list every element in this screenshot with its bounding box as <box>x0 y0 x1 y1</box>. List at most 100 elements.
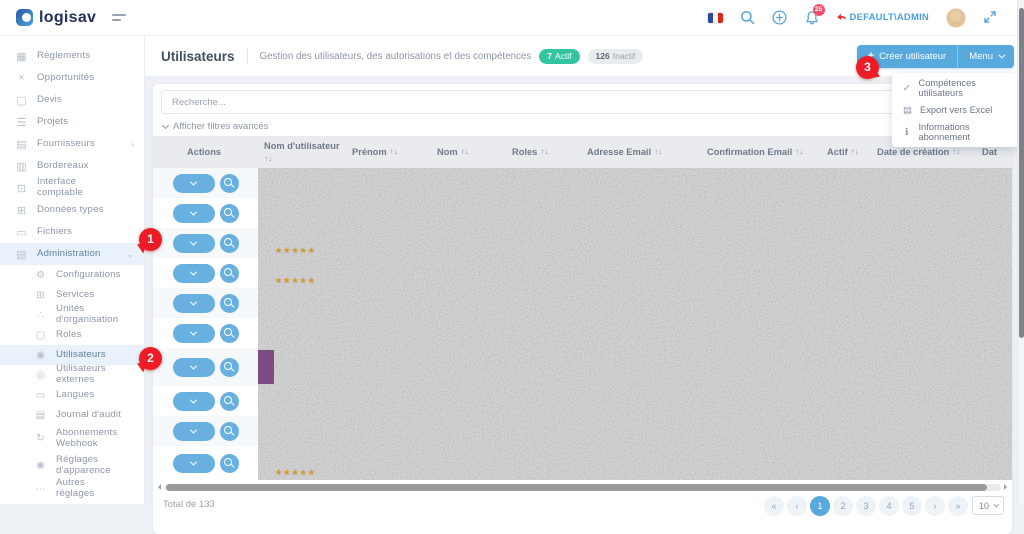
menu-item[interactable]: ℹ Informations abonnement <box>892 121 1019 143</box>
row-actions-dropdown-button[interactable] <box>173 264 215 283</box>
sidebar-item-abonnements-webhook[interactable]: ↻ Abonnements Webhook <box>0 425 144 452</box>
menu-item[interactable]: ✓ Compétences utilisateurs <box>892 77 1019 99</box>
window-vertical-scrollbar[interactable] <box>1017 0 1024 504</box>
sidebar-item-roles[interactable]: ▢ Roles <box>0 325 144 345</box>
column-header[interactable]: Actif ↑↓ <box>821 147 871 158</box>
sort-icon[interactable]: ↑↓ <box>851 147 859 156</box>
page-button[interactable]: › <box>925 496 945 516</box>
row-view-button[interactable] <box>220 422 239 441</box>
column-header[interactable]: Nom ↑↓ <box>431 147 506 158</box>
row-actions-dropdown-button[interactable] <box>173 204 215 223</box>
sidebar-item-unites-organisation[interactable]: ∴ Unités d'organisation <box>0 305 144 325</box>
chevron-down-icon <box>190 268 197 275</box>
french-flag-icon[interactable] <box>708 13 723 23</box>
sidebar-item-reglements[interactable]: ▦ Règlements <box>0 45 144 67</box>
sidebar-item-opportunites[interactable]: × Opportunités <box>0 67 144 89</box>
row-view-button[interactable] <box>220 392 239 411</box>
page-button[interactable]: « <box>764 496 784 516</box>
menu-item[interactable]: ▤ Export vers Excel <box>892 99 1019 121</box>
column-header[interactable]: Dat <box>976 147 1012 158</box>
scrollbar-thumb[interactable] <box>1019 8 1024 338</box>
search-icon[interactable] <box>740 10 755 25</box>
bell-icon[interactable]: 25 <box>804 10 819 25</box>
column-header[interactable]: Confirmation Email ↑↓ <box>701 147 821 158</box>
sidebar-item-icon: ↻ <box>34 433 47 444</box>
plus-circle-icon[interactable] <box>772 10 787 25</box>
column-header[interactable]: Actions <box>153 147 258 158</box>
advanced-filters-toggle[interactable]: Afficher filtres avancés <box>163 121 268 132</box>
sidebar-item-icon: ▢ <box>15 94 28 107</box>
column-header[interactable]: Prénom ↑↓ <box>346 147 431 158</box>
magnifier-icon <box>224 362 232 370</box>
column-header[interactable]: Adresse Email ↑↓ <box>581 147 701 158</box>
row-actions-dropdown-button[interactable] <box>173 392 215 411</box>
hamburger-icon[interactable] <box>112 14 126 21</box>
row-actions-dropdown-button[interactable] <box>173 454 215 473</box>
menu-button[interactable]: Menu <box>957 45 1014 68</box>
column-header[interactable]: Roles ↑↓ <box>506 147 581 158</box>
sort-icon[interactable]: ↑↓ <box>952 147 960 156</box>
scroll-right-arrow-icon[interactable] <box>1004 484 1010 490</box>
sort-icon[interactable]: ↑↓ <box>540 147 548 156</box>
column-header[interactable]: Date de création ↑↓ <box>871 147 976 158</box>
page-button[interactable]: 1 <box>810 496 830 516</box>
sidebar-item-autres-reglages[interactable]: ⋯ Autres réglages <box>0 479 144 499</box>
page-button[interactable]: 5 <box>902 496 922 516</box>
sidebar-item-reglages-apparence[interactable]: ◉ Réglages d'apparence <box>0 452 144 479</box>
row-view-button[interactable] <box>220 264 239 283</box>
logo[interactable]: logisav <box>0 9 96 27</box>
row-view-button[interactable] <box>220 324 239 343</box>
sidebar-item-services[interactable]: ⊞ Services <box>0 285 144 305</box>
column-header[interactable]: Nom d'utilisateur ↑↓ <box>258 141 346 164</box>
search-input[interactable] <box>161 90 1004 114</box>
page-button[interactable]: 3 <box>856 496 876 516</box>
page-button[interactable]: ‹ <box>787 496 807 516</box>
avatar[interactable] <box>946 8 966 28</box>
table-body: ★★★★★ ★★★★★ <box>153 168 1012 480</box>
row-view-button[interactable] <box>220 174 239 193</box>
sidebar-item-utilisateurs-externes[interactable]: ◎ Utilisateurs externes <box>0 365 144 385</box>
annotation-balloon-3: 3 <box>856 56 879 79</box>
row-view-button[interactable] <box>220 294 239 313</box>
scrollbar-thumb[interactable] <box>166 484 987 491</box>
sort-icon[interactable]: ↑↓ <box>795 147 803 156</box>
sort-icon[interactable]: ↑↓ <box>461 147 469 156</box>
sidebar-item-bordereaux[interactable]: ▥ Bordereaux <box>0 155 144 177</box>
sidebar-item-langues[interactable]: ▭ Langues <box>0 385 144 405</box>
row-view-button[interactable] <box>220 234 239 253</box>
sidebar-item-fournisseurs[interactable]: ▤ Fournisseurs › <box>0 133 144 155</box>
page-button[interactable]: 4 <box>879 496 899 516</box>
table-horizontal-scrollbar[interactable] <box>155 483 1010 491</box>
row-view-button[interactable] <box>220 204 239 223</box>
expand-icon[interactable] <box>983 10 998 25</box>
scroll-left-arrow-icon[interactable] <box>155 484 161 490</box>
sidebar-item-fichiers[interactable]: ▭ Fichiers <box>0 221 144 243</box>
sidebar-item-journal-audit[interactable]: ▤ Journal d'audit <box>0 405 144 425</box>
sidebar-item-icon: ⚙ <box>34 270 47 281</box>
row-actions-dropdown-button[interactable] <box>173 234 215 253</box>
sidebar-item-configurations[interactable]: ⚙ Configurations <box>0 265 144 285</box>
sidebar-item-utilisateurs[interactable]: ◉ Utilisateurs <box>0 345 144 365</box>
sort-icon[interactable]: ↑↓ <box>390 147 398 156</box>
row-view-button[interactable] <box>220 358 239 377</box>
page-size-select[interactable]: 10 <box>972 496 1004 515</box>
magnifier-icon <box>224 328 232 336</box>
sidebar-item-devis[interactable]: ▢ Devis <box>0 89 144 111</box>
row-actions-dropdown-button[interactable] <box>173 294 215 313</box>
sidebar-item-icon: ▭ <box>34 390 47 401</box>
row-actions-dropdown-button[interactable] <box>173 358 215 377</box>
sort-icon[interactable]: ↑↓ <box>264 154 272 163</box>
row-actions-dropdown-button[interactable] <box>173 324 215 343</box>
sidebar-item-administration[interactable]: ▤ Administration ⌄ <box>0 243 144 265</box>
page-button[interactable]: 2 <box>833 496 853 516</box>
page-button[interactable]: » <box>948 496 968 516</box>
sidebar-item-donnees-types[interactable]: ⊞ Données types <box>0 199 144 221</box>
row-view-button[interactable] <box>220 454 239 473</box>
row-actions-dropdown-button[interactable] <box>173 174 215 193</box>
chevron-icon: › <box>131 139 134 149</box>
current-user[interactable]: DEFAULT\ADMIN <box>836 12 929 23</box>
sidebar-item-interface-comptable[interactable]: ⊡ Interface comptable <box>0 177 144 199</box>
row-actions-dropdown-button[interactable] <box>173 422 215 441</box>
sort-icon[interactable]: ↑↓ <box>654 147 662 156</box>
sidebar-item-projets[interactable]: ☰ Projets <box>0 111 144 133</box>
